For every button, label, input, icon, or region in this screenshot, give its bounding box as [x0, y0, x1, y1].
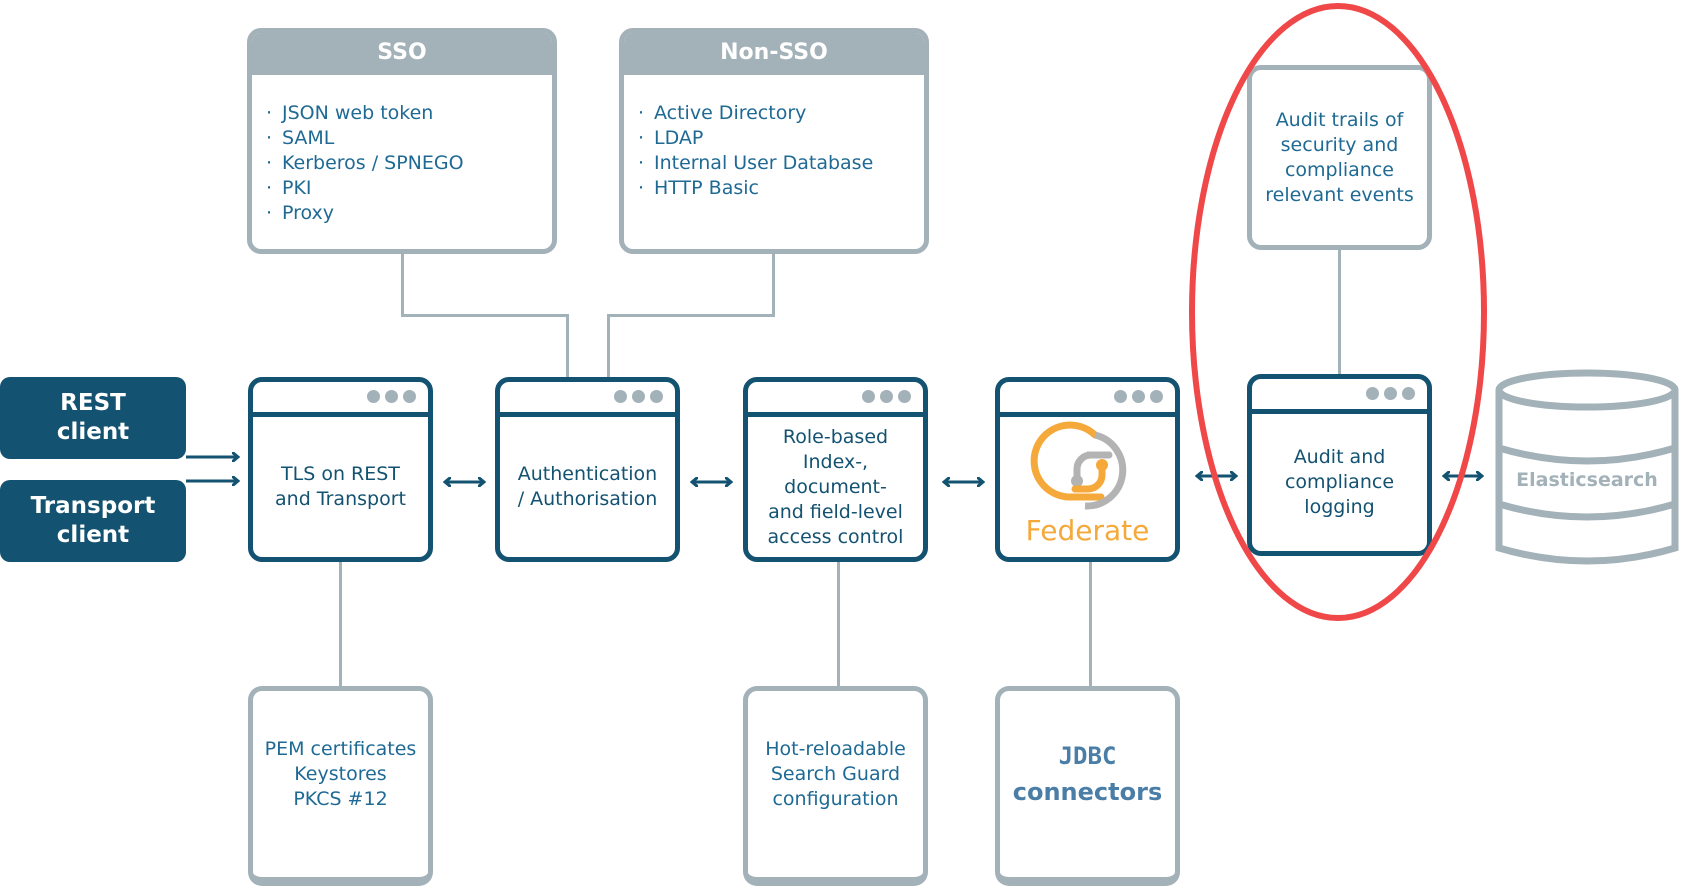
- highlight-ellipse: [1189, 3, 1487, 621]
- arrows-layer: [186, 3, 1487, 621]
